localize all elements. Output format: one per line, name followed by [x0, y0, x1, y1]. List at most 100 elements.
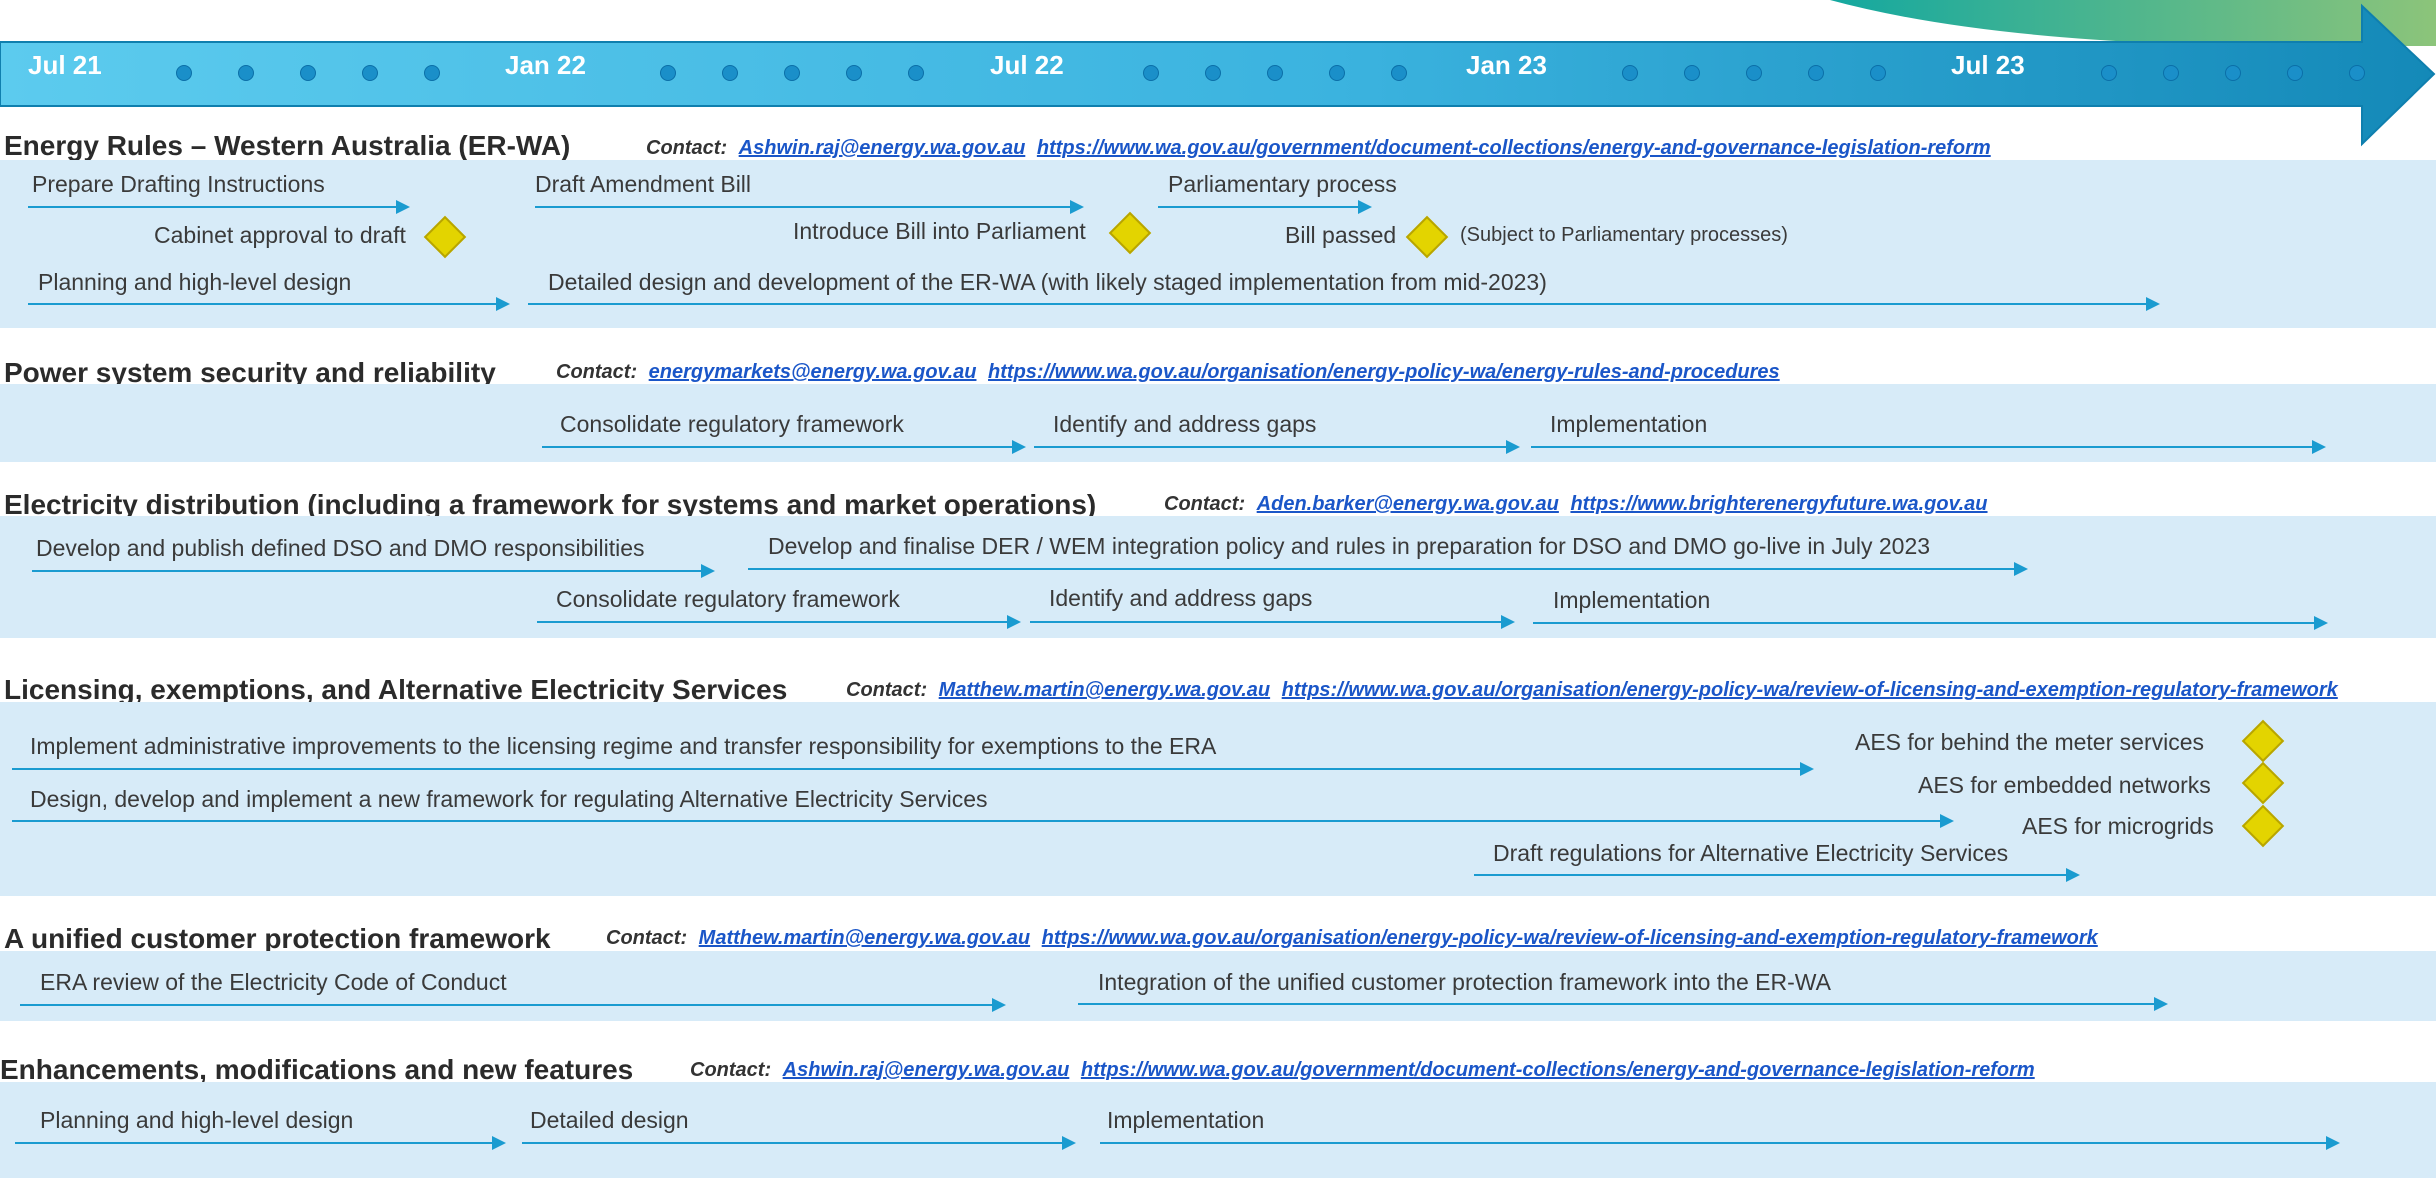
timeline-month-dot: [1205, 65, 1221, 81]
timeline-month-dot: [908, 65, 924, 81]
task-label: Implement administrative improvements to…: [30, 733, 1217, 759]
contact-email-link[interactable]: Ashwin.raj@energy.wa.gov.au: [739, 137, 1026, 159]
contact-url-link[interactable]: https://www.brighterenergyfuture.wa.gov.…: [1570, 493, 1987, 515]
task-arrow: [15, 1136, 506, 1150]
task-label: Planning and high-level design: [40, 1107, 354, 1133]
timeline-label-jul21: Jul 21: [28, 50, 102, 80]
task-label: Identify and address gaps: [1053, 411, 1317, 437]
timeline-month-dot: [1391, 65, 1407, 81]
timeline-month-dot: [722, 65, 738, 81]
task-arrow: [528, 297, 2160, 311]
contact-email-link[interactable]: Matthew.martin@energy.wa.gov.au: [939, 679, 1270, 701]
timeline-month-dot: [1329, 65, 1345, 81]
timeline-month-dot: [2349, 65, 2365, 81]
timeline-month-dot: [1684, 65, 1700, 81]
timeline-month-dot: [1143, 65, 1159, 81]
timeline-month-dot: [784, 65, 800, 81]
timeline-month-dot: [362, 65, 378, 81]
timeline-month-dot: [2163, 65, 2179, 81]
timeline-month-dot: [1622, 65, 1638, 81]
milestone-label: Bill passed: [1285, 222, 1397, 248]
task-arrow: [1100, 1136, 2340, 1150]
milestone-label: AES for behind the meter services: [1855, 729, 2204, 755]
timeline-label-jul22: Jul 22: [990, 50, 1064, 80]
timeline-month-dot: [1746, 65, 1762, 81]
contact-label: Contact:: [556, 361, 638, 383]
section-title-erwa: Energy Rules – Western Australia (ER-WA): [4, 130, 571, 161]
task-label: Draft regulations for Alternative Electr…: [1493, 840, 2009, 866]
task-arrow: [1030, 615, 1515, 629]
contact-erwa: Contact: Ashwin.raj@energy.wa.gov.au htt…: [646, 137, 1991, 160]
timeline-month-dot: [176, 65, 192, 81]
contact-url-link[interactable]: https://www.wa.gov.au/government/documen…: [1037, 137, 1991, 159]
task-arrow: [748, 562, 2028, 576]
task-label: Design, develop and implement a new fram…: [30, 786, 988, 812]
task-label: Implementation: [1107, 1107, 1265, 1133]
task-arrow: [1078, 997, 2168, 1011]
timeline-month-dot: [1870, 65, 1886, 81]
contact-enhancements: Contact: Ashwin.raj@energy.wa.gov.au htt…: [690, 1059, 2035, 1082]
timeline-month-dot: [846, 65, 862, 81]
timeline-month-dot: [2287, 65, 2303, 81]
task-arrow: [1474, 868, 2080, 882]
timeline-month-dot: [238, 65, 254, 81]
task-label: Draft Amendment Bill: [535, 171, 752, 197]
contact-email-link[interactable]: Aden.barker@energy.wa.gov.au: [1257, 493, 1559, 515]
task-arrow: [28, 297, 510, 311]
task-label: Develop and publish defined DSO and DMO …: [36, 535, 645, 561]
milestone-label: Introduce Bill into Parliament: [793, 218, 1086, 244]
contact-distribution: Contact: Aden.barker@energy.wa.gov.au ht…: [1164, 493, 1988, 516]
contact-label: Contact:: [606, 927, 688, 949]
task-arrow: [1158, 200, 1372, 214]
task-arrow: [542, 440, 1026, 454]
timeline-month-dot: [1267, 65, 1283, 81]
task-label: Identify and address gaps: [1049, 585, 1313, 611]
task-arrow: [32, 564, 715, 578]
contact-email-link[interactable]: energymarkets@energy.wa.gov.au: [649, 361, 977, 383]
task-label: Prepare Drafting Instructions: [32, 171, 325, 197]
contact-email-link[interactable]: Ashwin.raj@energy.wa.gov.au: [783, 1059, 1070, 1081]
task-arrow: [1533, 616, 2328, 630]
task-arrow: [1034, 440, 1520, 454]
task-label: Implementation: [1550, 411, 1708, 437]
task-label: Consolidate regulatory framework: [560, 411, 904, 437]
task-arrow: [522, 1136, 1076, 1150]
task-arrow: [1531, 440, 2326, 454]
contact-url-link[interactable]: https://www.wa.gov.au/organisation/energ…: [1282, 679, 2338, 701]
roadmap-canvas: Jul 21 Jan 22 Jul 22 Jan 23 Jul 23 Energ…: [0, 0, 2436, 1178]
timeline-month-dot: [1808, 65, 1824, 81]
timeline-month-dot: [2101, 65, 2117, 81]
task-arrow: [12, 762, 1814, 776]
contact-url-link[interactable]: https://www.wa.gov.au/organisation/energ…: [1042, 927, 2098, 949]
task-arrow: [28, 200, 410, 214]
task-arrow: [535, 200, 1084, 214]
contact-label: Contact:: [1164, 493, 1246, 515]
task-label: ERA review of the Electricity Code of Co…: [40, 969, 507, 995]
task-label: Develop and finalise DER / WEM integrati…: [768, 533, 1931, 559]
milestone-label: Cabinet approval to draft: [154, 222, 406, 248]
contact-url-link[interactable]: https://www.wa.gov.au/government/documen…: [1081, 1059, 2035, 1081]
timeline-month-dot: [2225, 65, 2241, 81]
timeline-month-dot: [660, 65, 676, 81]
contact-email-link[interactable]: Matthew.martin@energy.wa.gov.au: [699, 927, 1030, 949]
timeline-label-jul23: Jul 23: [1951, 50, 2025, 80]
milestone-label: AES for embedded networks: [1918, 772, 2211, 798]
task-arrow: [12, 814, 1954, 828]
task-label: Planning and high-level design: [38, 269, 352, 295]
task-label: Detailed design: [530, 1107, 689, 1133]
timeline-month-dot: [424, 65, 440, 81]
contact-label: Contact:: [646, 137, 728, 159]
task-label: Integration of the unified customer prot…: [1098, 969, 1831, 995]
contact-label: Contact:: [690, 1059, 772, 1081]
contact-security: Contact: energymarkets@energy.wa.gov.au …: [556, 361, 1780, 384]
milestone-label: AES for microgrids: [2022, 813, 2214, 839]
task-label: Implementation: [1553, 587, 1711, 613]
contact-licensing: Contact: Matthew.martin@energy.wa.gov.au…: [846, 679, 2338, 702]
task-label: Consolidate regulatory framework: [556, 586, 900, 612]
task-arrow: [20, 998, 1006, 1012]
timeline-label-jan23: Jan 23: [1466, 50, 1547, 80]
contact-url-link[interactable]: https://www.wa.gov.au/organisation/energ…: [988, 361, 1780, 383]
contact-label: Contact:: [846, 679, 928, 701]
task-label: Detailed design and development of the E…: [548, 269, 1547, 295]
timeline-month-dot: [300, 65, 316, 81]
